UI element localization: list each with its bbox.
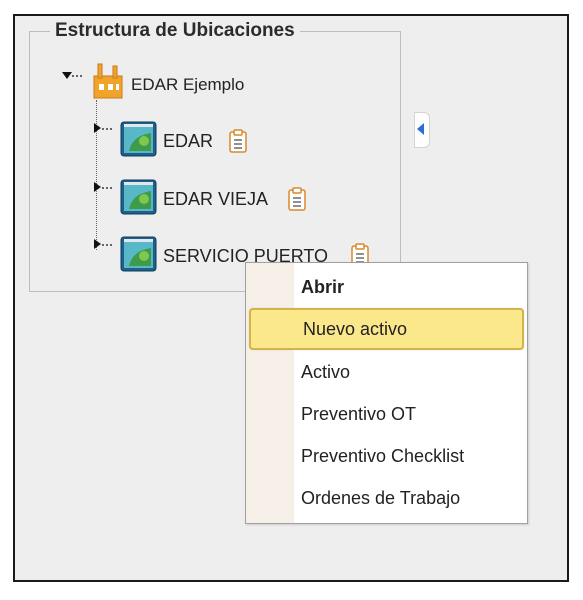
menu-icon-gutter: [246, 263, 294, 523]
tree-node-label[interactable]: EDAR VIEJA: [163, 189, 268, 210]
menu-item-nuevo-activo[interactable]: Nuevo activo: [249, 308, 524, 350]
menu-item-ordenes-de-trabajo[interactable]: Ordenes de Trabajo: [294, 478, 524, 518]
menu-item-abrir[interactable]: Abrir: [294, 267, 524, 307]
location-map-icon: [120, 236, 157, 272]
panel-expander-button[interactable]: [414, 112, 430, 148]
chevron-left-icon: [417, 123, 424, 135]
expand-arrow-icon[interactable]: [94, 123, 101, 133]
expand-arrow-icon[interactable]: [94, 239, 101, 249]
location-map-icon: [120, 179, 157, 215]
tree-connector: [72, 75, 82, 77]
clipboard-icon[interactable]: [288, 187, 306, 211]
tree-connector: [102, 244, 112, 246]
menu-item-preventivo-ot[interactable]: Preventivo OT: [294, 394, 524, 434]
clipboard-icon[interactable]: [229, 129, 247, 153]
panel-title: Estructura de Ubicaciones: [50, 20, 300, 42]
expand-arrow-icon[interactable]: [94, 182, 101, 192]
factory-icon: [93, 63, 123, 99]
menu-item-preventivo-checklist[interactable]: Preventivo Checklist: [294, 436, 524, 476]
tree-connector: [102, 187, 112, 189]
tree-node-label[interactable]: EDAR: [163, 131, 213, 152]
menu-item-activo[interactable]: Activo: [294, 352, 524, 392]
context-menu: Abrir Nuevo activo Activo Preventivo OT …: [245, 262, 528, 524]
collapse-arrow-icon[interactable]: [62, 72, 72, 79]
location-map-icon: [120, 121, 157, 157]
tree-connector: [102, 128, 112, 130]
tree-node-edar-ejemplo[interactable]: EDAR Ejemplo: [131, 75, 244, 95]
